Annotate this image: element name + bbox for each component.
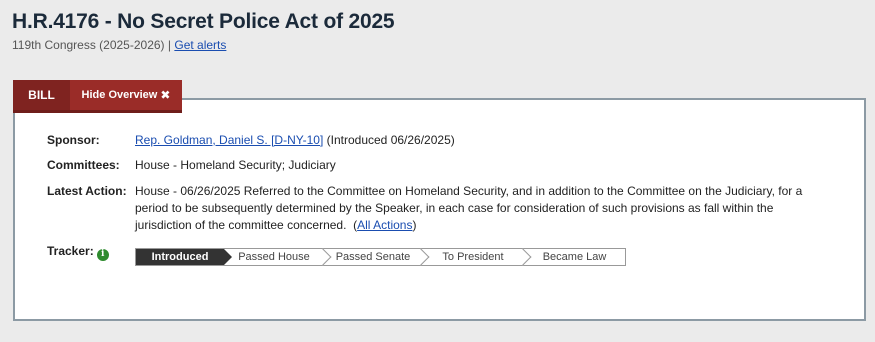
tracker-step-passed-senate: Passed Senate: [324, 249, 422, 265]
sponsor-label: Sponsor:: [47, 133, 100, 147]
overview-tabbar: BILL Hide Overview ✖: [13, 80, 182, 113]
hide-overview-button[interactable]: Hide Overview ✖: [70, 80, 182, 110]
tab-bill[interactable]: BILL: [13, 80, 70, 110]
all-actions-link[interactable]: All Actions: [357, 218, 412, 232]
close-icon: ✖: [160, 88, 171, 102]
tracker-step-introduced: Introduced: [136, 249, 232, 265]
separator: |: [167, 38, 172, 52]
tracker-step-passed-house: Passed House: [224, 249, 324, 265]
committees-label: Committees:: [47, 158, 120, 172]
sponsor-value: Rep. Goldman, Daniel S. [D-NY-10] (Intro…: [135, 132, 815, 149]
tracker-label: Tracker:: [47, 244, 94, 258]
tracker-label-wrap: Tracker: i: [47, 243, 137, 261]
get-alerts-link[interactable]: Get alerts: [174, 38, 226, 52]
overview-panel: Sponsor: Rep. Goldman, Daniel S. [D-NY-1…: [13, 98, 866, 321]
congress-line: 119th Congress (2025-2026) | Get alerts: [12, 38, 226, 52]
tracker-step-became-law: Became Law: [542, 251, 607, 263]
sponsor-link[interactable]: Rep. Goldman, Daniel S. [D-NY-10]: [135, 133, 323, 147]
latest-action-text: House - 06/26/2025 Referred to the Commi…: [135, 184, 803, 232]
committees-value: House - Homeland Security; Judiciary: [135, 158, 336, 172]
latest-action-label: Latest Action:: [47, 184, 127, 198]
info-icon[interactable]: i: [96, 248, 109, 261]
status-tracker: Introduced Passed House Passed Senate To…: [135, 248, 626, 266]
hide-overview-label: Hide Overview: [81, 89, 158, 101]
introduced-date: (Introduced 06/26/2025): [326, 133, 455, 147]
tracker-step-to-president: To President: [422, 249, 524, 265]
latest-action-value: House - 06/26/2025 Referred to the Commi…: [135, 184, 803, 232]
congress-label: 119th Congress (2025-2026): [12, 38, 165, 52]
page-title: H.R.4176 - No Secret Police Act of 2025: [12, 10, 395, 33]
